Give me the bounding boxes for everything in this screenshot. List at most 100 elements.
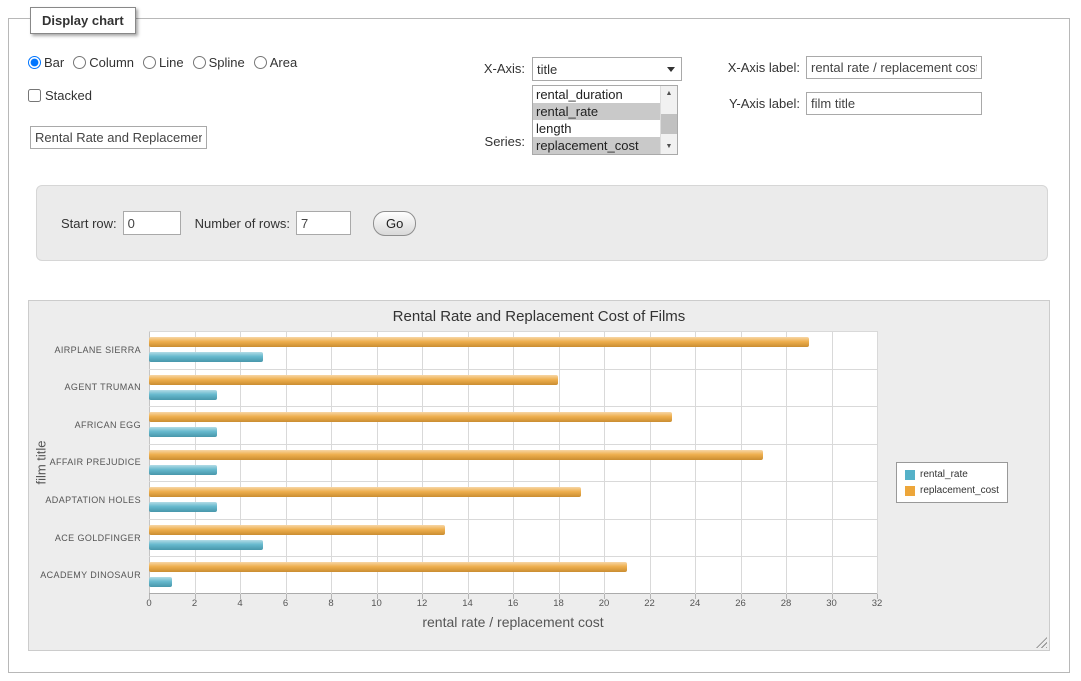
x-axis-label-input[interactable] [806,56,982,79]
x-axis-ticks: 02468101214161820222426283032 [149,598,877,610]
gridline-vertical [559,331,560,594]
x-tick-label: 32 [872,598,883,609]
x-tick-label: 0 [146,598,151,609]
chart-type-radio-bar[interactable] [28,56,41,69]
chart-type-label: Bar [44,55,64,70]
x-tick-label: 30 [826,598,837,609]
chart-type-radio-column[interactable] [73,56,86,69]
series-option-replacement_cost[interactable]: replacement_cost [533,137,660,154]
scroll-down-icon[interactable]: ▼ [661,139,677,154]
x-axis-select-label: X-Axis: [440,61,525,76]
gridline-vertical [650,331,651,594]
gridline-vertical [331,331,332,594]
gridline-horizontal [149,481,877,482]
bar-rental_rate [149,540,263,550]
x-tick-label: 22 [644,598,655,609]
x-tick-label: 2 [192,598,197,609]
start-row-input[interactable] [123,211,181,235]
resize-handle-icon[interactable] [1036,637,1047,648]
gridline-vertical [513,331,514,594]
chart-container: Rental Rate and Replacement Cost of Film… [28,300,1050,651]
gridline-horizontal [149,556,877,557]
bar-replacement_cost [149,375,558,385]
x-axis-title: rental rate / replacement cost [149,614,877,630]
series-listbox[interactable]: rental_durationrental_ratelengthreplacem… [532,85,678,155]
chart-type-radio-area[interactable] [254,56,267,69]
chevron-down-icon [667,67,675,72]
gridline-vertical [286,331,287,594]
category-label: ACE GOLDFINGER [29,519,141,557]
category-label: AGENT TRUMAN [29,369,141,407]
chart-type-radio-spline[interactable] [193,56,206,69]
gridline-vertical [240,331,241,594]
chart-title-input[interactable] [30,126,207,149]
gridline-horizontal [149,519,877,520]
bar-replacement_cost [149,487,581,497]
gridline-horizontal [149,444,877,445]
y-axis-label-input[interactable] [806,92,982,115]
number-of-rows-label: Number of rows: [195,216,290,231]
chart-type-option-bar[interactable]: Bar [28,55,64,70]
x-axis-label-field-label: X-Axis label: [700,60,800,75]
category-label: ACADEMY DINOSAUR [29,556,141,594]
legend-label: replacement_cost [920,485,999,496]
number-of-rows-input[interactable] [296,211,351,235]
y-axis-line [149,331,150,594]
x-axis-select[interactable]: title [532,57,682,81]
chart-type-label: Spline [209,55,245,70]
x-tick-label: 26 [735,598,746,609]
x-tick-label: 28 [781,598,792,609]
legend-label: rental_rate [920,469,968,480]
category-label: AFRICAN EGG [29,406,141,444]
scrollbar-thumb[interactable] [661,114,677,134]
chart-type-option-area[interactable]: Area [254,55,297,70]
display-chart-legend: Display chart [30,7,136,34]
series-option-length[interactable]: length [533,120,660,137]
scroll-up-icon[interactable]: ▲ [661,86,677,101]
chart-type-label: Area [270,55,297,70]
bar-rental_rate [149,577,172,587]
chart-type-option-line[interactable]: Line [143,55,184,70]
gridline-vertical [877,331,878,594]
bar-rental_rate [149,427,217,437]
bar-rental_rate [149,352,263,362]
x-tick-label: 14 [462,598,473,609]
gridline-vertical [195,331,196,594]
gridline-vertical [604,331,605,594]
chart-type-option-spline[interactable]: Spline [193,55,245,70]
x-tick-label: 24 [690,598,701,609]
stacked-checkbox[interactable] [28,89,41,102]
bar-replacement_cost [149,450,763,460]
x-tick-label: 16 [508,598,519,609]
bar-rental_rate [149,502,217,512]
start-row-label: Start row: [61,216,117,231]
gridline-vertical [377,331,378,594]
bar-rental_rate [149,465,217,475]
go-button[interactable]: Go [373,211,416,236]
display-chart-page: Display chart Bar Column Line Spline Area St… [0,0,1081,681]
gridline-horizontal [149,406,877,407]
x-tick-label: 4 [237,598,242,609]
chart-title: Rental Rate and Replacement Cost of Film… [29,308,1049,325]
series-options: rental_durationrental_ratelengthreplacem… [533,86,660,154]
chart-type-option-column[interactable]: Column [73,55,134,70]
category-label: AFFAIR PREJUDICE [29,444,141,482]
bar-replacement_cost [149,337,809,347]
gridline-vertical [832,331,833,594]
series-scrollbar[interactable]: ▲ ▼ [660,86,677,154]
gridline-horizontal [149,369,877,370]
chart-type-label: Line [159,55,184,70]
stacked-option[interactable]: Stacked [28,88,92,103]
legend-item-replacement_cost[interactable]: replacement_cost [905,485,999,496]
chart-type-radio-line[interactable] [143,56,156,69]
series-option-rental_duration[interactable]: rental_duration [533,86,660,103]
x-tick-label: 8 [328,598,333,609]
plot-area [149,331,877,594]
series-option-rental_rate[interactable]: rental_rate [533,103,660,120]
category-label: AIRPLANE SIERRA [29,331,141,369]
stacked-label: Stacked [45,88,92,103]
legend-swatch [905,470,915,480]
bar-replacement_cost [149,562,627,572]
legend-item-rental_rate[interactable]: rental_rate [905,469,999,480]
category-labels: AIRPLANE SIERRAAGENT TRUMANAFRICAN EGGAF… [29,331,141,594]
